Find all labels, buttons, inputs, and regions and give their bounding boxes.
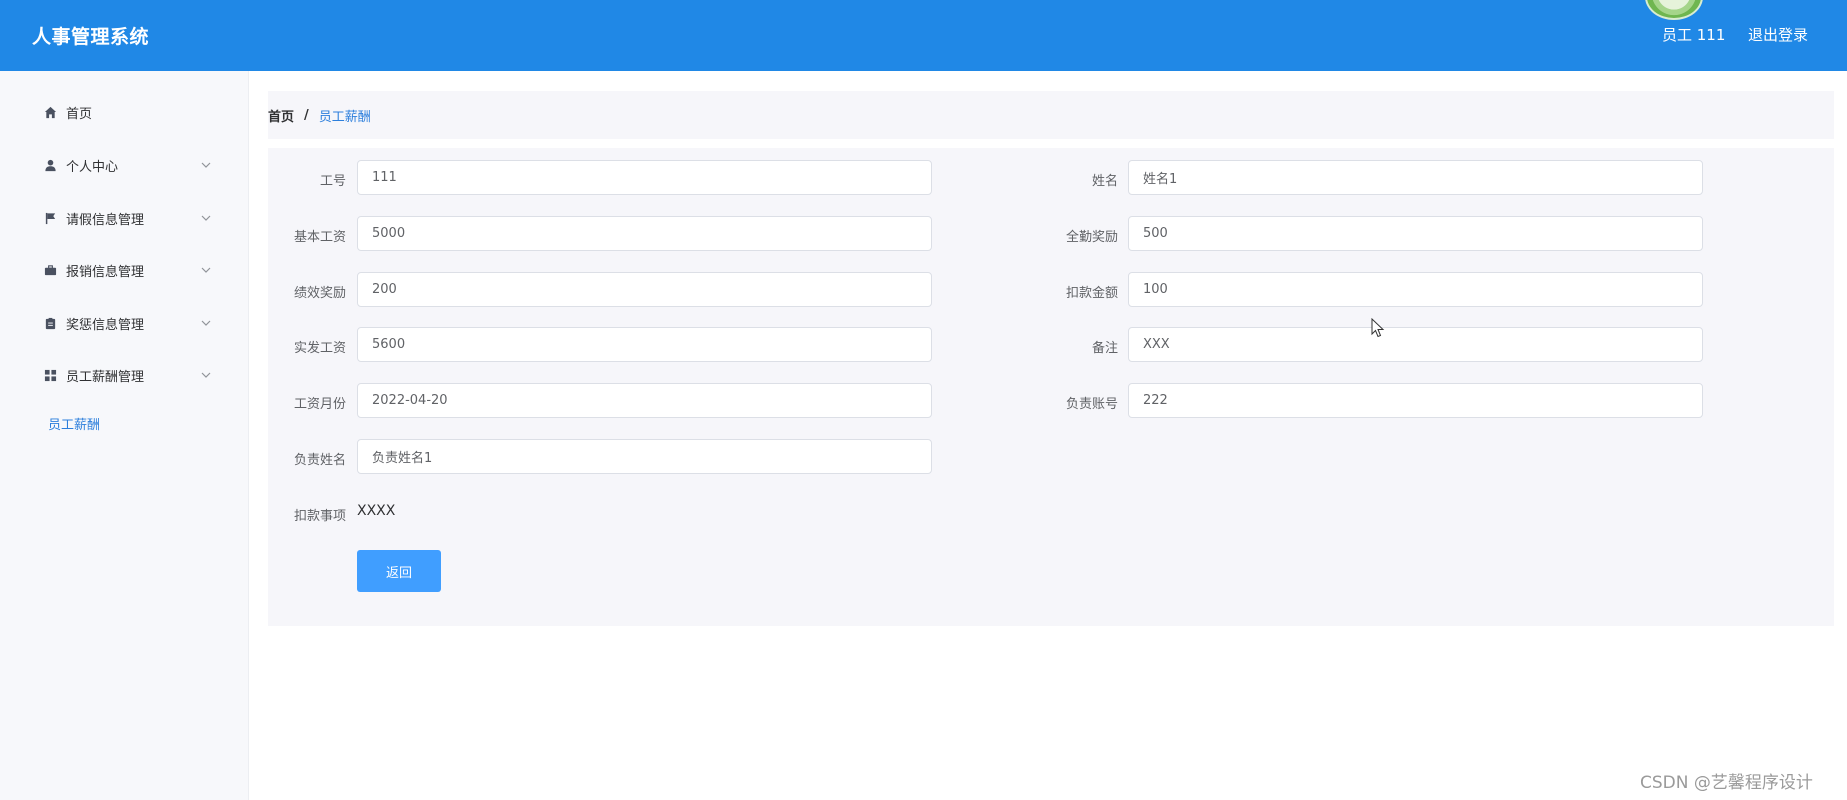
- manager-name-label: 负责姓名: [293, 453, 346, 468]
- flag-icon: [43, 211, 57, 225]
- breadcrumb-home[interactable]: 首页: [268, 106, 294, 125]
- net-salary-label: 实发工资: [293, 341, 346, 356]
- breadcrumb: 首页 / 员工薪酬: [268, 91, 1834, 139]
- attendance-bonus-field[interactable]: [1128, 216, 1703, 251]
- remark-field[interactable]: [1128, 327, 1703, 362]
- chevron-down-icon: [201, 162, 211, 168]
- remark-label: 备注: [1091, 341, 1118, 356]
- chevron-down-icon: [201, 372, 211, 378]
- manager-account-label: 负责账号: [1065, 397, 1118, 412]
- chevron-down-icon: [201, 320, 211, 326]
- sidebar-item-label: 员工薪酬管理: [66, 369, 145, 385]
- net-salary-field[interactable]: [357, 327, 932, 362]
- manager-name-field[interactable]: [357, 439, 932, 474]
- user-icon: [43, 158, 57, 172]
- back-button[interactable]: 返回: [357, 550, 441, 592]
- sidebar-item-reimbursement-management[interactable]: 报销信息管理: [0, 250, 249, 290]
- deduction-amount-field[interactable]: [1128, 272, 1703, 307]
- sidebar-item-label: 个人中心: [66, 159, 119, 175]
- avatar[interactable]: [1645, 0, 1703, 20]
- manager-account-field[interactable]: [1128, 383, 1703, 418]
- sidebar: 首页 个人中心 请假信息管理 报销信息管理 奖惩信息管理 员工薪酬管理 员工薪酬: [0, 71, 249, 800]
- chevron-down-icon: [201, 267, 211, 273]
- name-label: 姓名: [1091, 174, 1118, 189]
- breadcrumb-current: 员工薪酬: [318, 109, 371, 125]
- base-salary-field[interactable]: [357, 216, 932, 251]
- employee-id-label: 工号: [319, 174, 346, 189]
- sidebar-item-label: 请假信息管理: [66, 212, 145, 228]
- sidebar-item-personal-center[interactable]: 个人中心: [0, 145, 249, 185]
- sidebar-item-home[interactable]: 首页: [0, 92, 249, 132]
- mouse-cursor-icon: [1371, 318, 1385, 338]
- deduction-item-value: XXXX: [357, 503, 396, 519]
- watermark: CSDN @艺馨程序设计: [1640, 773, 1813, 793]
- sidebar-item-label: 首页: [66, 106, 93, 122]
- sidebar-item-label: 报销信息管理: [66, 264, 145, 280]
- chevron-down-icon: [201, 215, 211, 221]
- base-salary-label: 基本工资: [293, 230, 346, 245]
- app-title: 人事管理系统: [32, 26, 150, 48]
- attendance-bonus-label: 全勤奖励: [1065, 230, 1118, 245]
- briefcase-icon: [43, 263, 57, 277]
- clipboard-icon: [43, 316, 57, 330]
- sidebar-subitem-employee-salary[interactable]: 员工薪酬: [0, 405, 249, 441]
- current-user-label: 员工 111: [1662, 26, 1726, 44]
- sidebar-item-reward-punishment-management[interactable]: 奖惩信息管理: [0, 303, 249, 343]
- performance-bonus-label: 绩效奖励: [293, 286, 346, 301]
- salary-month-field[interactable]: [357, 383, 932, 418]
- name-field[interactable]: [1128, 160, 1703, 195]
- sidebar-item-salary-management[interactable]: 员工薪酬管理: [0, 355, 249, 395]
- top-header: 人事管理系统 员工 111 退出登录: [0, 0, 1847, 71]
- performance-bonus-field[interactable]: [357, 272, 932, 307]
- logout-link[interactable]: 退出登录: [1748, 24, 1808, 45]
- home-icon: [43, 105, 57, 119]
- deduction-amount-label: 扣款金额: [1065, 286, 1118, 301]
- salary-month-label: 工资月份: [293, 397, 346, 412]
- sidebar-item-label: 奖惩信息管理: [66, 317, 145, 333]
- sidebar-item-leave-management[interactable]: 请假信息管理: [0, 198, 249, 238]
- deduction-item-label: 扣款事项: [293, 509, 346, 524]
- grid-icon: [43, 368, 57, 382]
- employee-id-field[interactable]: [357, 160, 932, 195]
- breadcrumb-separator: /: [304, 107, 309, 123]
